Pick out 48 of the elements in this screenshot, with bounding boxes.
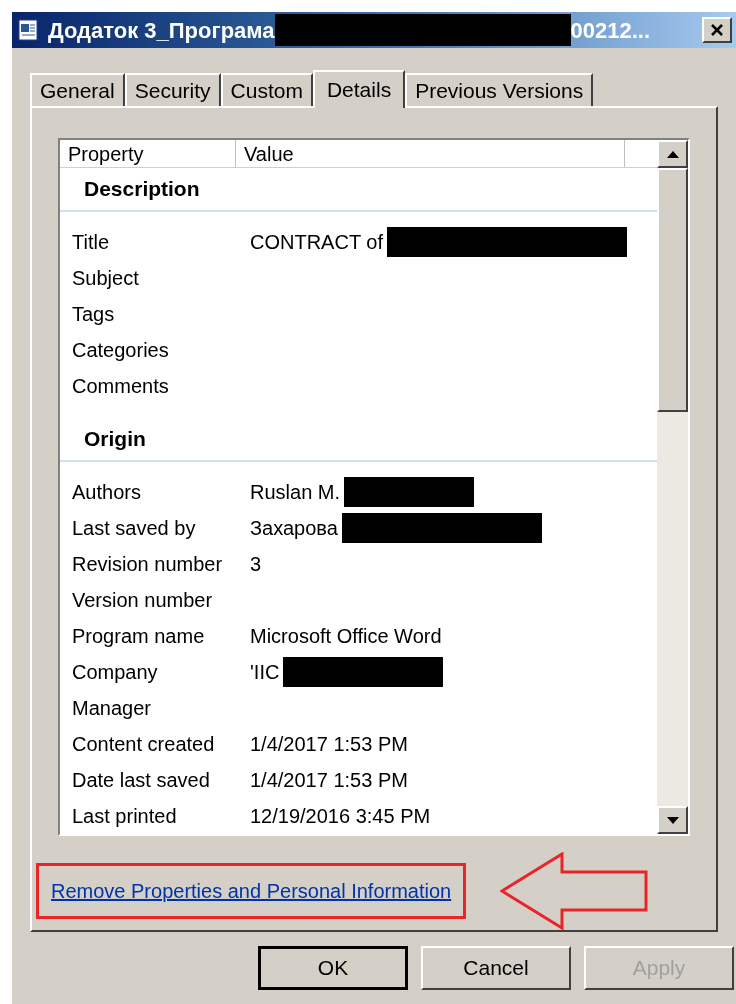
property-name: Last saved by — [72, 516, 197, 541]
property-name: Tags — [72, 302, 116, 327]
property-value: 'IIC — [250, 660, 280, 685]
property-value: Microsoft Office Word — [250, 624, 442, 649]
dialog-button[interactable]: Cancel — [421, 946, 571, 990]
tab[interactable]: Details — [312, 70, 406, 108]
property-name: Comments — [72, 374, 170, 399]
property-name: Manager — [72, 696, 152, 721]
property-value: Захарова — [250, 516, 338, 541]
property-value: Ruslan M. — [250, 480, 341, 505]
group-heading: Origin — [60, 418, 657, 462]
window-title: Додаток 3_Програма — [48, 16, 275, 45]
property-value: CONTRACT of — [250, 230, 383, 255]
scroll-thumb[interactable] — [657, 168, 688, 412]
arrow-icon — [500, 852, 651, 930]
group-heading: Description — [60, 168, 657, 212]
window-title: 00212... — [570, 16, 651, 45]
property-name: Revision number — [72, 552, 224, 577]
property-value: 3 — [250, 552, 262, 577]
close-icon — [710, 23, 724, 37]
down-arrow-icon — [666, 816, 679, 824]
column-header[interactable]: Value — [236, 140, 625, 167]
scrollbar[interactable] — [657, 140, 688, 834]
property-name: Authors — [72, 480, 142, 505]
dialog-button[interactable]: OK — [258, 946, 408, 990]
property-name: Last printed — [72, 804, 178, 829]
property-value: 1/4/2017 1:53 PM — [250, 732, 408, 757]
scroll-down-button[interactable] — [657, 806, 688, 834]
property-name: Date last saved — [72, 768, 211, 793]
document-icon — [16, 18, 40, 42]
property-name: Version number — [72, 588, 214, 613]
property-name: Categories — [72, 338, 170, 363]
tab[interactable]: Previous Versions — [405, 73, 594, 106]
close-button[interactable] — [702, 17, 732, 43]
column-header[interactable]: Property — [60, 140, 236, 167]
remove-properties-link[interactable]: Remove Properties and Personal Information — [51, 880, 452, 902]
property-name: Content created — [72, 732, 216, 757]
property-value: 12/19/2016 3:45 PM — [250, 804, 431, 829]
scroll-up-button[interactable] — [657, 140, 688, 168]
tab[interactable]: General — [30, 73, 125, 106]
property-name: Company — [72, 660, 159, 685]
up-arrow-icon — [666, 150, 679, 158]
tab[interactable]: Custom — [220, 73, 313, 106]
property-value: 1/4/2017 1:53 PM — [250, 768, 408, 793]
property-name: Subject — [72, 266, 140, 291]
tab[interactable]: Security — [124, 73, 221, 106]
property-name: Title — [72, 230, 111, 255]
property-name: Program name — [72, 624, 206, 649]
